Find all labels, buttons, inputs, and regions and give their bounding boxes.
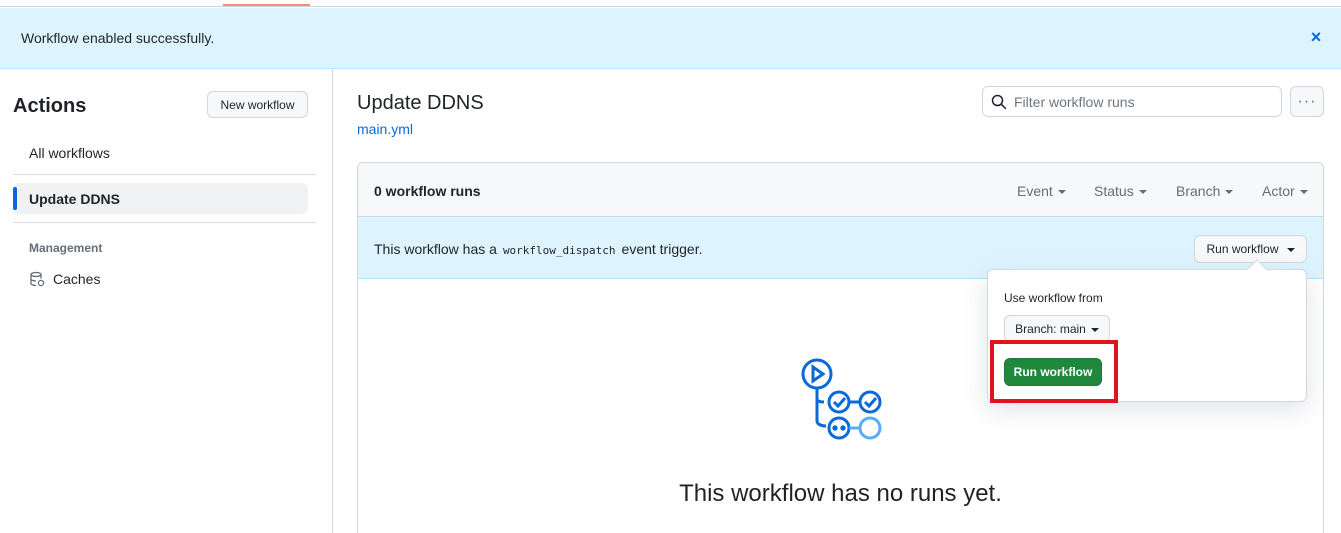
flash-message: Workflow enabled successfully. [21, 30, 215, 46]
event-filter[interactable]: Event [1017, 183, 1066, 199]
run-workflow-popover: Use workflow from Branch: main Run workf… [987, 259, 1307, 402]
caret-down-icon [1286, 248, 1295, 252]
empty-state-title: This workflow has no runs yet. [679, 480, 1002, 507]
active-indicator [13, 187, 17, 210]
workflow-file-link[interactable]: main.yml [357, 121, 413, 137]
runs-header: 0 workflow runs Event Status Branch Acto… [358, 163, 1323, 217]
search-input[interactable] [1014, 93, 1274, 110]
use-workflow-from-label: Use workflow from [1004, 291, 1103, 305]
caret-down-icon [1225, 190, 1234, 194]
filter-workflow-runs[interactable] [982, 86, 1282, 117]
workflow-empty-icon [801, 358, 882, 440]
run-workflow-submit-button[interactable]: Run workflow [1004, 358, 1102, 386]
dispatch-code: workflow_dispatch [502, 244, 616, 257]
sidebar-divider [13, 222, 316, 223]
sidebar-item-update-ddns[interactable]: Update DDNS [13, 183, 308, 214]
sidebar-item-label: Caches [53, 271, 101, 287]
active-tab-underline [223, 4, 310, 6]
branch-filter[interactable]: Branch [1176, 183, 1234, 199]
caret-down-icon [1090, 327, 1099, 332]
kebab-horizontal-icon: ··· [1297, 92, 1317, 110]
management-heading: Management [29, 241, 103, 255]
workflow-title: Update DDNS [357, 92, 484, 114]
status-filter[interactable]: Status [1094, 183, 1147, 199]
branch-select-button[interactable]: Branch: main [1004, 315, 1110, 342]
search-icon [991, 94, 1007, 109]
flash-banner: Workflow enabled successfully. × [0, 8, 1341, 69]
close-icon[interactable]: × [1308, 28, 1324, 46]
sidebar-item-all-workflows[interactable]: All workflows [13, 139, 316, 167]
caret-down-icon [1057, 190, 1066, 194]
dispatch-text: This workflow has a workflow_dispatch even… [374, 241, 703, 257]
actor-filter[interactable]: Actor [1262, 183, 1308, 199]
actions-sidebar: Actions New workflow All workflows Updat… [0, 69, 333, 533]
top-nav-bar [0, 0, 1341, 7]
database-icon [30, 271, 45, 287]
sidebar-item-label: Update DDNS [29, 190, 121, 207]
caret-down-icon [1138, 190, 1147, 194]
sidebar-item-caches[interactable]: Caches [29, 271, 100, 287]
run-count: 0 workflow runs [374, 183, 481, 199]
sidebar-title: Actions [13, 95, 87, 117]
more-options-button[interactable]: ··· [1290, 86, 1324, 117]
run-workflow-dropdown-button[interactable]: Run workflow [1194, 235, 1307, 263]
sidebar-divider [13, 174, 316, 175]
new-workflow-button[interactable]: New workflow [207, 91, 308, 118]
caret-down-icon [1299, 190, 1308, 194]
